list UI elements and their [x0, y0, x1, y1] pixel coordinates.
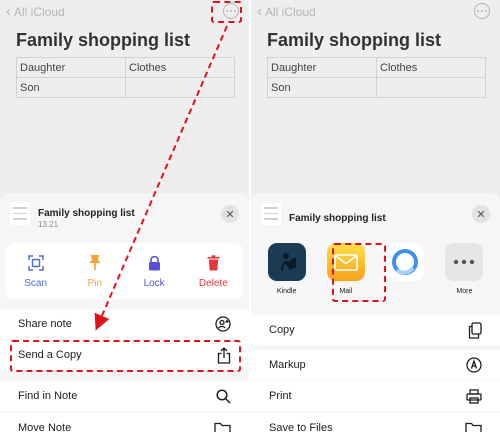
annotation-arrow — [94, 25, 228, 331]
annotation-arrow-line — [94, 25, 228, 331]
